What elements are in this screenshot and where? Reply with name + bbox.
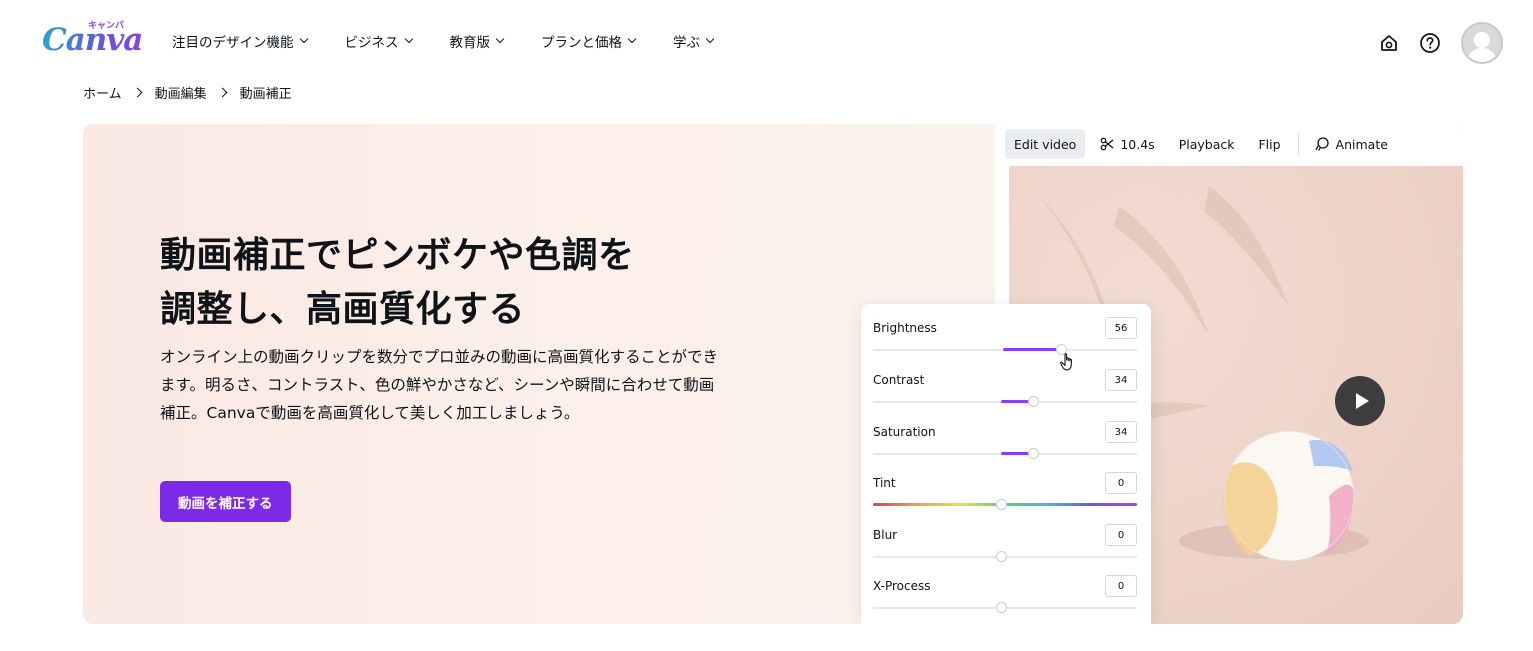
play-icon (1355, 393, 1369, 409)
nav-right-actions (1371, 22, 1503, 64)
playback-label: Playback (1178, 136, 1235, 152)
scissors-icon (1100, 137, 1114, 151)
chevron-down-icon (495, 34, 505, 44)
hand-cursor-icon (1059, 353, 1072, 371)
home-icon (1381, 35, 1397, 51)
adjust-label: Saturation (873, 425, 936, 439)
breadcrumb-current: 動画補正 (239, 87, 292, 102)
adjust-label: Brightness (873, 321, 937, 335)
user-silhouette-icon (1467, 32, 1497, 62)
menu-item-features[interactable]: 注目のデザイン機能 (172, 31, 308, 51)
slider-handle[interactable] (996, 551, 1007, 562)
slider-handle[interactable] (996, 499, 1007, 510)
adjust-value-input[interactable]: 34 (1105, 369, 1137, 391)
duration-label: 10.4s (1120, 136, 1155, 152)
menu-item-learn[interactable]: 学ぶ (673, 31, 715, 51)
adjust-value-input[interactable]: 0 (1105, 524, 1137, 546)
playback-button[interactable]: Playback (1170, 129, 1244, 159)
breadcrumb-video-editing[interactable]: 動画編集 (155, 83, 207, 102)
adjust-label: Contrast (873, 373, 925, 387)
chevron-down-icon (627, 34, 637, 44)
menu-item-pricing[interactable]: プランと価格 (541, 31, 637, 51)
flip-button[interactable]: Flip (1249, 129, 1289, 159)
menu-item-label: プランと価格 (541, 35, 622, 51)
adjust-row-tint: Tint 0 (873, 472, 1137, 526)
help-button[interactable] (1412, 25, 1448, 61)
hero-section: 動画補正でピンボケや色調を 調整し、高画質化する オンライン上の動画クリップを数… (83, 124, 1463, 624)
enhance-video-button[interactable]: 動画を補正する (160, 481, 291, 522)
adjust-label: Blur (873, 528, 898, 542)
adjust-label: Tint (873, 476, 896, 490)
help-icon (1420, 33, 1440, 53)
chevron-down-icon (705, 34, 715, 44)
slider-handle[interactable] (1028, 448, 1039, 459)
avatar[interactable] (1461, 22, 1503, 64)
slider-fill (1003, 348, 1061, 351)
editor-toolbar: Edit video 10.4s Playback Flip Animate (995, 124, 1463, 164)
menu-item-label: 教育版 (449, 35, 491, 51)
animate-icon (1314, 137, 1329, 151)
animate-label: Animate (1335, 136, 1388, 152)
adjust-label: X-Process (873, 579, 931, 593)
play-button[interactable] (1335, 376, 1385, 426)
breadcrumb-home[interactable]: ホーム (83, 83, 122, 102)
menu-item-label: 学ぶ (673, 35, 700, 51)
slider-fill (1001, 400, 1031, 403)
animate-button[interactable]: Animate (1305, 129, 1397, 159)
beach-ball-image (1222, 430, 1355, 562)
chevron-down-icon (299, 34, 308, 44)
chevron-right-icon (217, 87, 228, 98)
edit-video-button[interactable]: Edit video (1005, 129, 1086, 159)
toolbar-divider (1297, 133, 1299, 155)
adjust-value-input[interactable]: 34 (1105, 421, 1137, 443)
top-navigation: キャンバ Canva 注目のデザイン機能 ビジネス 教育版 プランと価格 学ぶ (0, 0, 1533, 82)
adjust-row-xprocess: X-Process 0 (873, 575, 1137, 624)
adjust-row-contrast: Contrast 34 (873, 369, 1137, 423)
trim-button[interactable]: 10.4s (1091, 129, 1163, 159)
adjust-value-input[interactable]: 56 (1105, 317, 1137, 339)
chevron-down-icon (404, 34, 413, 44)
menu-item-label: ビジネス (344, 35, 399, 51)
chevron-right-icon (132, 87, 143, 98)
menu-item-education[interactable]: 教育版 (449, 31, 505, 51)
adjust-panel: Brightness 56 Contrast 34 Saturation 34 … (861, 304, 1151, 624)
breadcrumb: ホーム 動画編集 動画補正 (83, 83, 292, 102)
main-menu: 注目のデザイン機能 ビジネス 教育版 プランと価格 学ぶ (172, 31, 751, 51)
adjust-value-input[interactable]: 0 (1105, 575, 1137, 597)
hero-title: 動画補正でピンボケや色調を 調整し、高画質化する (160, 229, 760, 337)
adjust-row-brightness: Brightness 56 (873, 317, 1137, 371)
menu-item-label: 注目のデザイン機能 (172, 35, 294, 51)
slider-handle[interactable] (996, 602, 1007, 613)
edit-video-label: Edit video (1014, 136, 1077, 152)
canva-logo[interactable]: キャンバ Canva (42, 18, 143, 60)
slider-handle[interactable] (1028, 396, 1039, 407)
hero-title-line-2: 調整し、高画質化する (160, 289, 526, 330)
adjust-row-blur: Blur 0 (873, 524, 1137, 578)
flip-label: Flip (1258, 136, 1281, 152)
adjust-row-saturation: Saturation 34 (873, 421, 1137, 475)
home-button[interactable] (1371, 25, 1407, 61)
hero-title-line-1: 動画補正でピンボケや色調を (160, 235, 635, 276)
menu-item-business[interactable]: ビジネス (344, 31, 413, 51)
slider-fill (1001, 452, 1031, 455)
logo-wordmark: Canva (42, 22, 143, 58)
hero-description: オンライン上の動画クリップを数分でプロ並みの動画に高画質化することができます。明… (160, 348, 719, 422)
adjust-value-input[interactable]: 0 (1105, 472, 1137, 494)
